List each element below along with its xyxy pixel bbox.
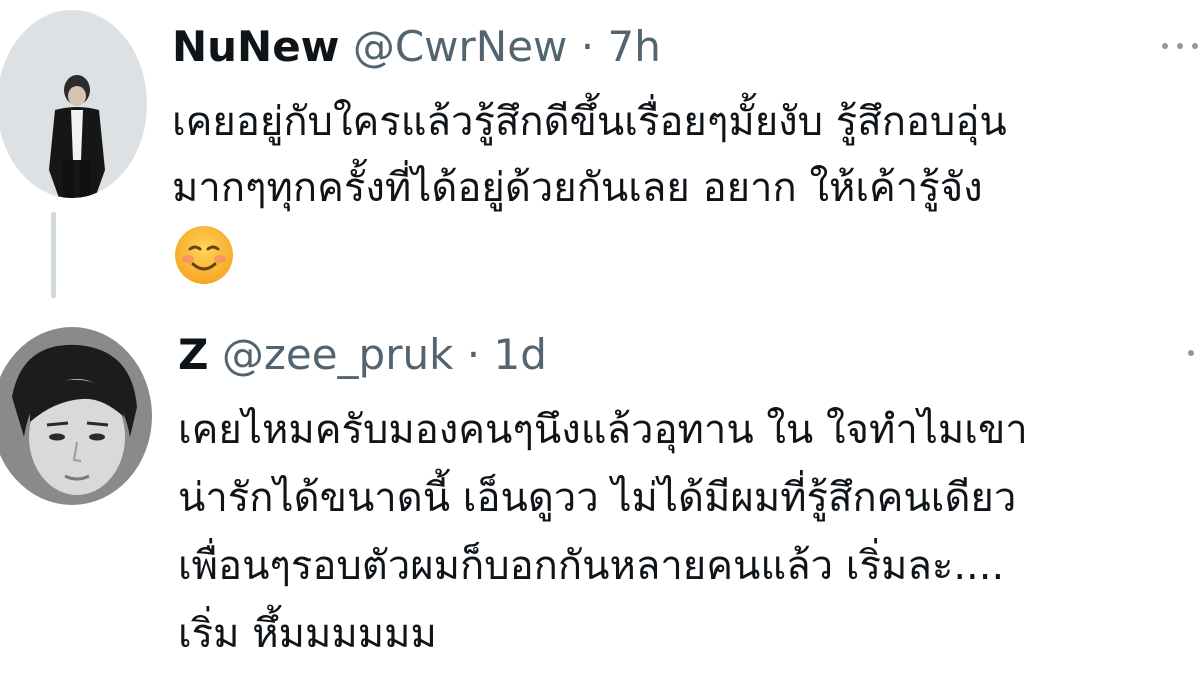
- more-options-icon[interactable]: [1162, 43, 1198, 49]
- profile-photo-standing-person-icon: [0, 10, 147, 198]
- avatar-zee-pruk[interactable]: [0, 327, 152, 505]
- profile-photo-portrait-bw-icon: [0, 327, 152, 505]
- display-name[interactable]: NuNew: [172, 22, 340, 71]
- tweet-zee-pruk[interactable]: Z @zee_pruk · 1d เคยไหมครับมองคนๆนึงแล้ว…: [0, 310, 1200, 675]
- tweet-text-line: เคยไหมครับมองคนๆนึงแล้วอุทาน ใน ใจทำไมเข…: [178, 407, 1028, 453]
- tweet-text-line: เคยอยู่กับใครแล้วรู้สึกดีขึ้นเรื่อยๆมั้ย…: [172, 99, 1007, 145]
- separator-dot: ·: [580, 22, 595, 71]
- avatar-nunew[interactable]: [0, 10, 147, 198]
- thread-connector-line: [51, 212, 56, 298]
- tweet-header: Z @zee_pruk · 1d: [178, 330, 547, 380]
- display-name[interactable]: Z: [178, 330, 208, 379]
- tweet-nunew[interactable]: NuNew @CwrNew · 7h เคยอยู่กับใครแล้วรู้ส…: [0, 0, 1200, 310]
- user-handle[interactable]: @zee_pruk: [222, 330, 454, 379]
- separator-dot: ·: [466, 330, 481, 379]
- tweet-text-line: น่ารักได้ขนาดนี้ เอ็นดูวว ไม่ได้มีผมที่ร…: [178, 475, 1017, 521]
- smiling-face-emoji-icon: [173, 224, 235, 290]
- more-options-icon[interactable]: [1188, 350, 1200, 356]
- tweet-text-line: เพื่อนๆรอบตัวผมก็บอกกันหลายคนแล้ว เริ่มล…: [178, 543, 1005, 589]
- tweet-text-line: เริ่ม หึ้มมมมมม: [178, 611, 437, 657]
- timestamp[interactable]: 7h: [608, 22, 661, 71]
- tweet-header: NuNew @CwrNew · 7h: [172, 22, 661, 72]
- timestamp[interactable]: 1d: [494, 330, 547, 379]
- user-handle[interactable]: @CwrNew: [353, 22, 568, 71]
- tweet-text-line: มากๆทุกครั้งที่ได้อยู่ด้วยกันเลย อยาก ให…: [172, 165, 983, 211]
